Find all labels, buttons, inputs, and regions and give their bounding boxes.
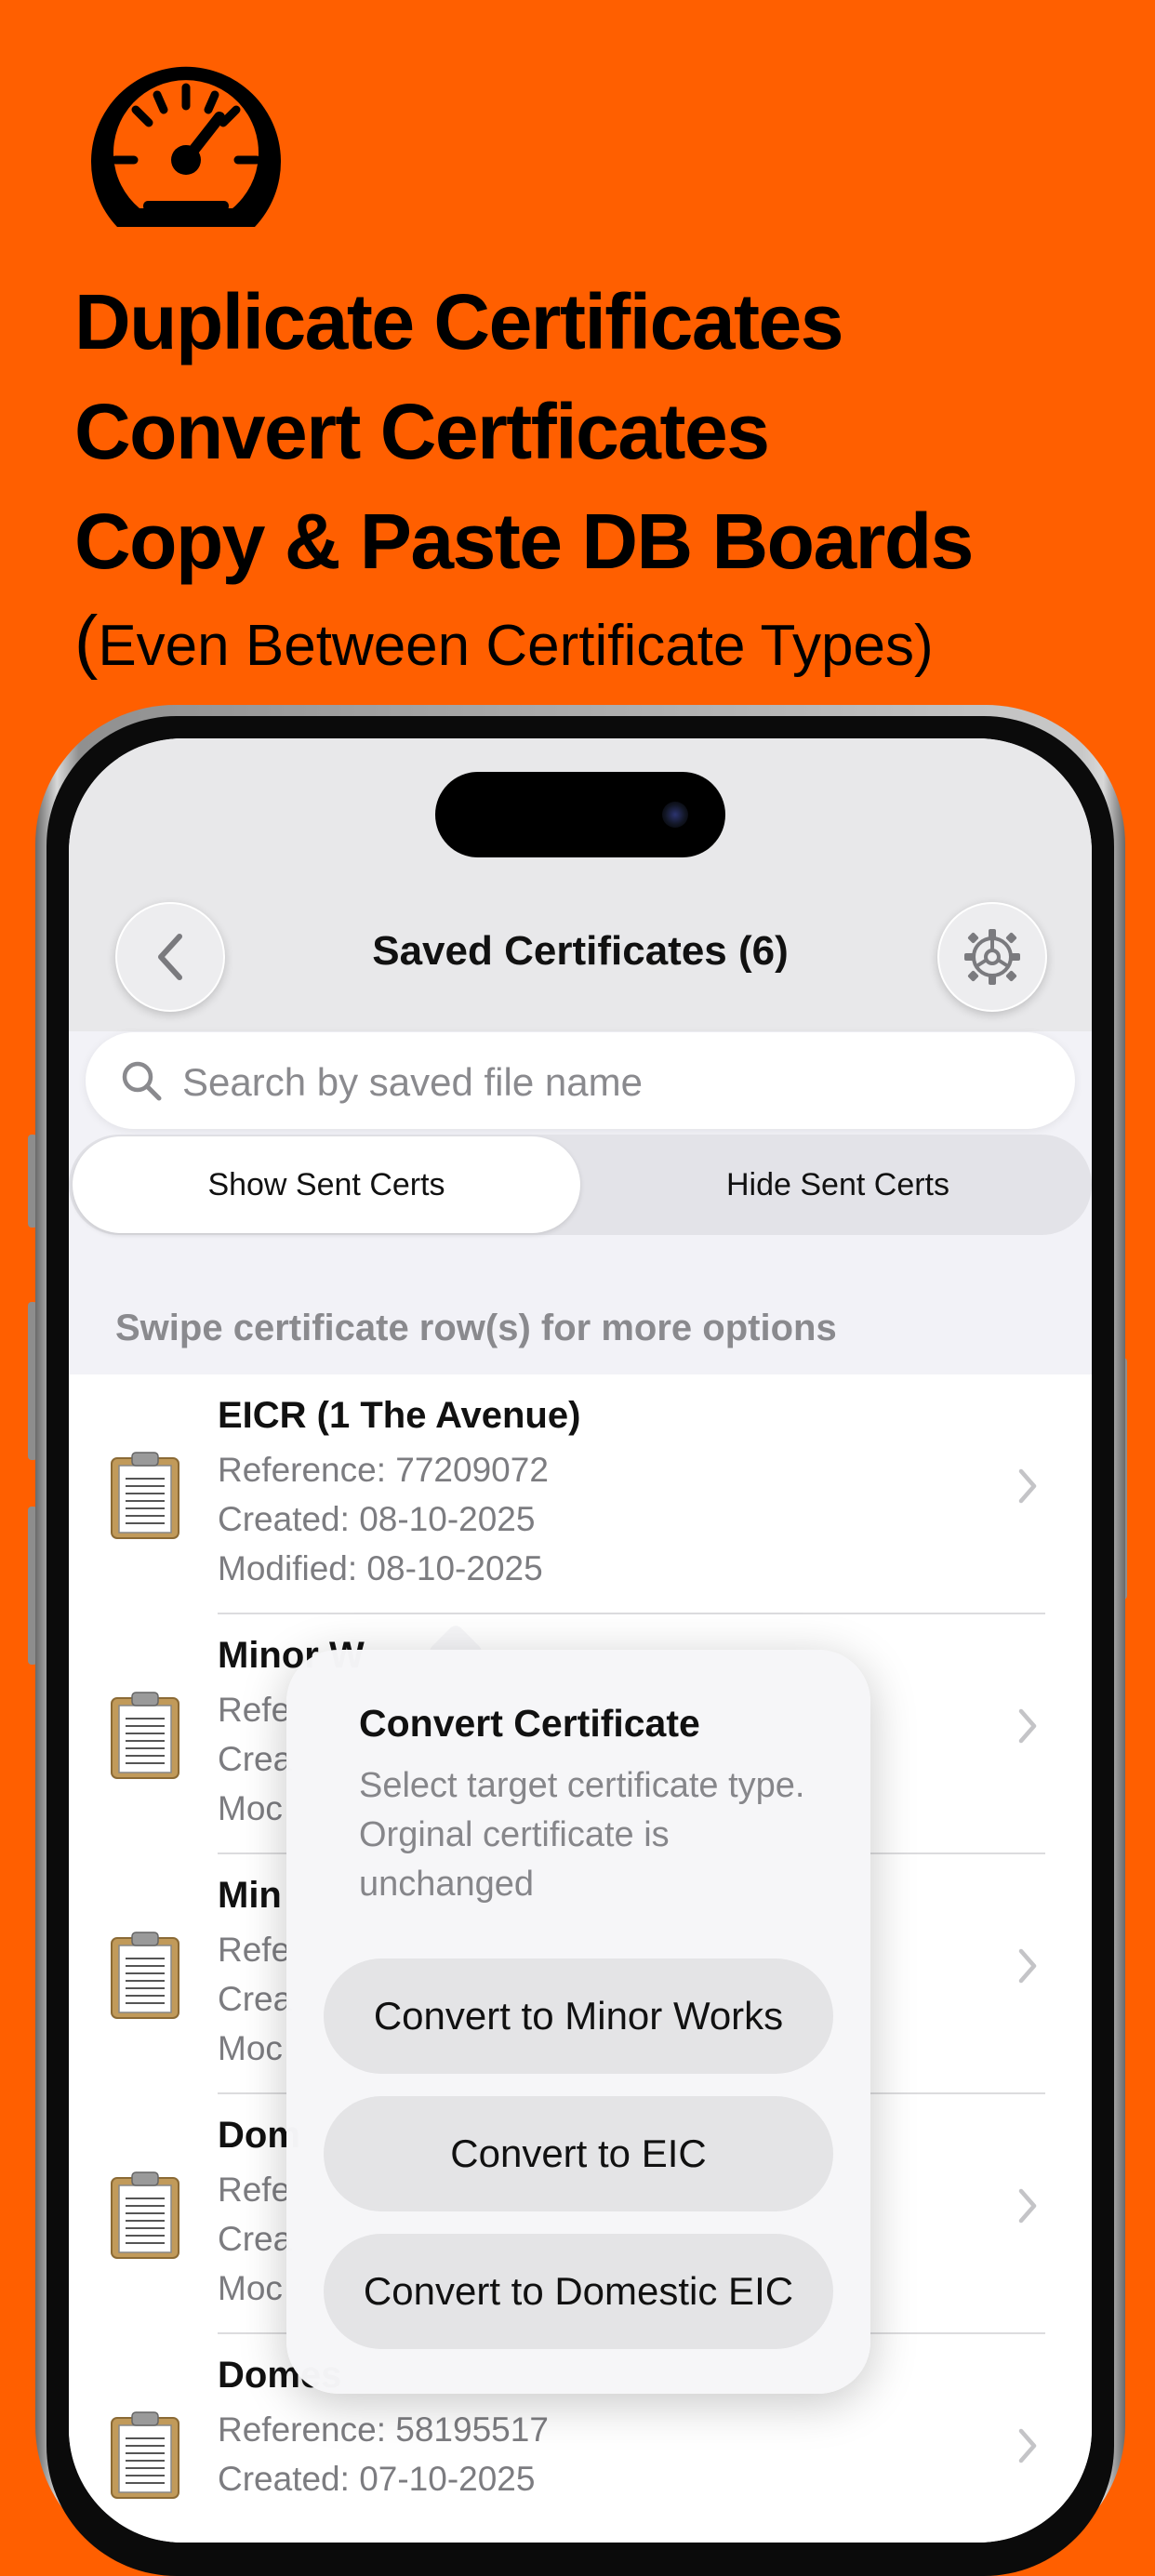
certificate-modified: Moc xyxy=(218,1789,283,1827)
certificate-reference: Refe xyxy=(218,1931,291,1969)
certificate-modified: Modified: 08-10-2025 xyxy=(218,1549,543,1587)
show-sent-certs-tab[interactable]: Show Sent Certs xyxy=(73,1136,580,1233)
camera-icon xyxy=(662,802,688,828)
certificate-created: Created: 07-10-2025 xyxy=(218,2460,536,2498)
search-input[interactable] xyxy=(182,1060,1019,1105)
certificate-row[interactable]: EICR (1 The Avenue) Reference: 77209072 … xyxy=(69,1374,1092,1614)
certificate-modified: Moc xyxy=(218,2029,283,2067)
subheadline-paren: ( xyxy=(74,602,99,681)
convert-to-minor-works-button[interactable]: Convert to Minor Works xyxy=(324,1959,833,2074)
sent-certs-filter: Show Sent Certs Hide Sent Certs xyxy=(69,1135,1092,1235)
hide-sent-certs-tab[interactable]: Hide Sent Certs xyxy=(584,1135,1092,1235)
certificate-created: Created: 08-10-2025 xyxy=(218,1500,536,1538)
chevron-right-icon xyxy=(1018,1948,1037,1984)
certificate-created: Crea xyxy=(218,1980,293,2018)
certificate-reference: Reference: 77209072 xyxy=(218,1451,549,1489)
certificate-reference: Refe xyxy=(218,1691,291,1729)
headline-copy-paste: Copy & Paste DB Boards xyxy=(74,498,974,585)
chevron-right-icon xyxy=(1018,2428,1037,2463)
popover-description: Select target certificate type. Orginal … xyxy=(359,1766,805,1904)
swipe-hint: Swipe certificate row(s) for more option… xyxy=(115,1308,837,1348)
chevron-right-icon xyxy=(1018,1708,1037,1744)
headline-convert: Convert Certficates xyxy=(74,388,770,475)
certificate-modified: Moc xyxy=(218,2269,283,2307)
gear-icon xyxy=(964,929,1020,985)
speedometer-icon xyxy=(91,66,282,228)
clipboard-document-icon xyxy=(111,2411,179,2499)
dynamic-island xyxy=(435,772,725,857)
convert-to-domestic-eic-button[interactable]: Convert to Domestic EIC xyxy=(324,2234,833,2349)
clipboard-document-icon xyxy=(111,1692,179,1779)
certificate-reference: Refe xyxy=(218,2171,291,2209)
headline-duplicate: Duplicate Certificates xyxy=(74,278,843,365)
search-bar[interactable] xyxy=(86,1032,1075,1129)
subheadline: (Even Between Certificate Types) xyxy=(74,606,934,677)
chevron-right-icon xyxy=(1018,2188,1037,2224)
phone-screen: Saved Certificates (6) Search by saved f… xyxy=(69,738,1092,2543)
convert-to-eic-button[interactable]: Convert to EIC xyxy=(324,2096,833,2211)
settings-button[interactable] xyxy=(937,902,1047,1012)
certificate-reference: Reference: 58195517 xyxy=(218,2410,549,2449)
certificate-title: EICR (1 The Avenue) xyxy=(218,1395,581,1436)
certificate-title: Min xyxy=(218,1875,282,1916)
clipboard-document-icon xyxy=(111,1452,179,1539)
chevron-right-icon xyxy=(1018,1468,1037,1504)
subheadline-text: Even Between Certificate Types) xyxy=(98,614,934,678)
clipboard-document-icon xyxy=(111,1932,179,2019)
convert-certificate-popover: Convert Certificate Select target certif… xyxy=(286,1650,870,2394)
certificate-created: Crea xyxy=(218,1740,293,1778)
popover-title: Convert Certificate xyxy=(359,1702,700,1745)
search-icon xyxy=(122,1061,162,1101)
clipboard-document-icon xyxy=(111,2171,179,2259)
certificate-created: Crea xyxy=(218,2220,293,2258)
